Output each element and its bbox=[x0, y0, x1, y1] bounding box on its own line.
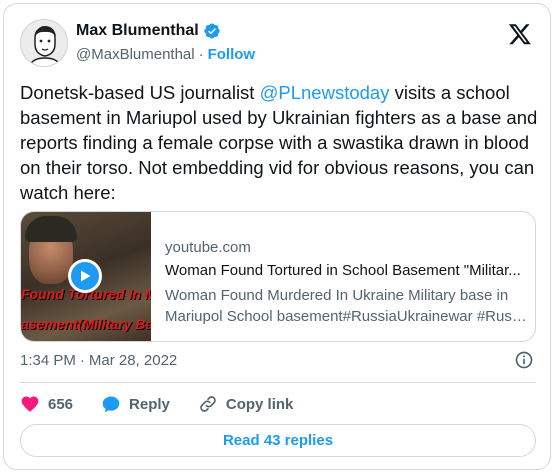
heart-icon bbox=[21, 396, 39, 412]
tweet-text: Donetsk-based US journalist @PLnewstoday… bbox=[20, 80, 540, 205]
link-icon bbox=[200, 396, 216, 412]
mention-link[interactable]: @PLnewstoday bbox=[260, 82, 390, 103]
author-handle-row: @MaxBlumenthal · Follow bbox=[76, 46, 255, 63]
like-button[interactable]: 656 bbox=[20, 394, 73, 414]
link-domain: youtube.com bbox=[165, 239, 251, 256]
tweet-timestamp[interactable]: 1:34 PM · Mar 28, 2022 bbox=[20, 352, 177, 369]
tweet-date: Mar 28, 2022 bbox=[88, 352, 178, 369]
link-description: Woman Found Murdered In Ukraine Military… bbox=[165, 285, 527, 327]
author-name[interactable]: Max Blumenthal bbox=[76, 22, 199, 40]
copy-link-label: Copy link bbox=[225, 395, 294, 413]
play-icon bbox=[81, 270, 91, 282]
avatar-portrait-icon bbox=[21, 20, 67, 66]
thumbnail-helmet bbox=[25, 216, 77, 242]
video-thumbnail[interactable]: Found Tortured In Mariu asement(Military… bbox=[21, 212, 151, 341]
reply-button[interactable]: Reply bbox=[101, 394, 170, 414]
avatar[interactable] bbox=[20, 19, 68, 67]
link-title: Woman Found Tortured in School Basement … bbox=[165, 262, 521, 279]
like-count: 656 bbox=[48, 395, 74, 413]
read-replies-button[interactable]: Read 43 replies bbox=[20, 424, 536, 457]
verified-badge-icon bbox=[203, 23, 220, 39]
tweet-text-before: Donetsk-based US journalist bbox=[20, 82, 260, 103]
reply-bubble-icon bbox=[102, 396, 120, 413]
author-name-row: Max Blumenthal bbox=[76, 22, 221, 40]
link-description-line-2: Mariupol School basement#RussiaUkrainewa… bbox=[165, 308, 527, 325]
author-handle[interactable]: @MaxBlumenthal bbox=[76, 46, 195, 63]
handle-separator: · bbox=[198, 46, 204, 63]
divider bbox=[20, 382, 536, 383]
play-button[interactable] bbox=[68, 259, 102, 293]
tweet-time: 1:34 PM bbox=[20, 352, 76, 369]
x-logo-icon[interactable] bbox=[508, 22, 532, 46]
copy-link-button[interactable]: Copy link bbox=[198, 394, 294, 414]
tweet-card: Max Blumenthal @MaxBlumenthal · Follow D… bbox=[3, 3, 551, 470]
reply-label: Reply bbox=[129, 395, 170, 413]
link-description-line-1: Woman Found Murdered In Ukraine Military… bbox=[165, 287, 509, 304]
follow-button[interactable]: Follow bbox=[208, 46, 256, 63]
thumbnail-caption-2: asement(Military Base) bbox=[21, 316, 151, 332]
link-preview-card[interactable]: Found Tortured In Mariu asement(Military… bbox=[20, 211, 536, 342]
info-icon[interactable] bbox=[514, 350, 534, 370]
action-bar: 656 Reply Copy link bbox=[20, 394, 321, 414]
timestamp-separator: · bbox=[79, 352, 85, 369]
